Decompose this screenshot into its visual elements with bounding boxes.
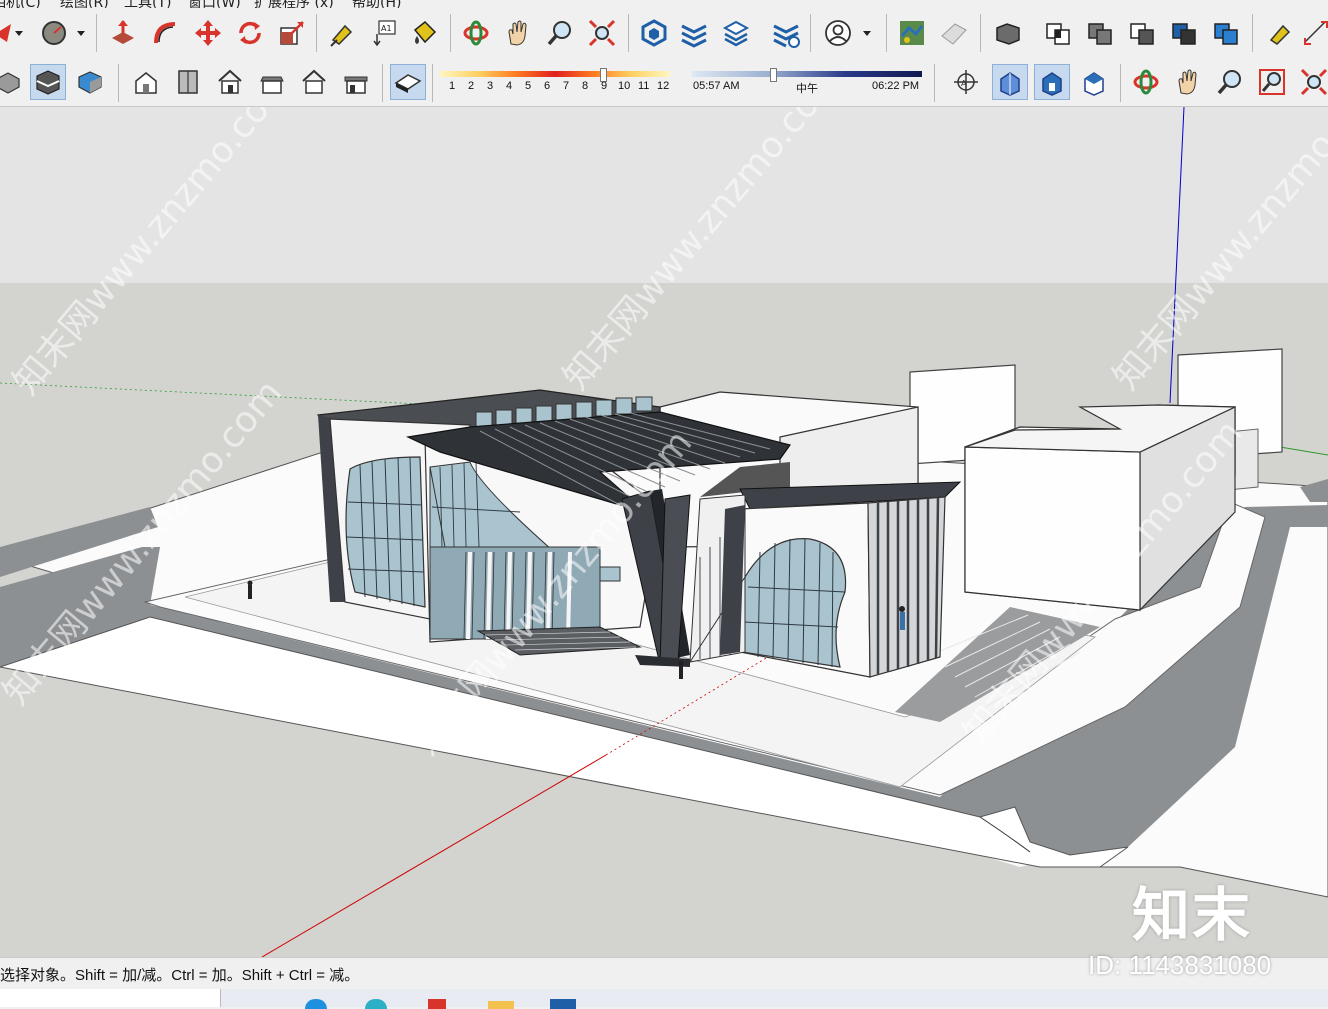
split-icon[interactable] bbox=[1208, 15, 1244, 51]
taskbar-search[interactable] bbox=[0, 989, 221, 1007]
month-label: 3 bbox=[487, 80, 494, 92]
push-pull-icon[interactable] bbox=[105, 15, 141, 51]
tape-measure-icon[interactable] bbox=[324, 15, 360, 51]
extension-warehouse-icon[interactable] bbox=[676, 15, 712, 51]
orbit-icon[interactable] bbox=[1128, 64, 1164, 100]
account-icon[interactable] bbox=[820, 15, 856, 51]
sketchup-taskbar-icon[interactable] bbox=[550, 999, 576, 1009]
browser-icon[interactable] bbox=[365, 999, 387, 1009]
zoom-icon[interactable] bbox=[1212, 64, 1248, 100]
month-label: 5 bbox=[525, 80, 532, 92]
section-plane-icon[interactable]: A bbox=[948, 64, 984, 100]
union-icon[interactable] bbox=[1082, 15, 1118, 51]
orbit-icon[interactable] bbox=[458, 15, 494, 51]
model-viewport[interactable]: 知末网www.znzmo.com 知末网www.znzmo.com 知末网www… bbox=[0, 107, 1328, 957]
month-label: 10 bbox=[618, 80, 631, 92]
move-icon[interactable] bbox=[190, 15, 226, 51]
xray-icon[interactable] bbox=[0, 64, 26, 100]
outer-shell-icon[interactable] bbox=[990, 15, 1026, 51]
look-around-icon[interactable] bbox=[1034, 64, 1070, 100]
text-icon[interactable]: A1 bbox=[366, 15, 402, 51]
month-label: 11 bbox=[638, 80, 650, 92]
model-scene: 知末网www.znzmo.com 知末网www.znzmo.com 知末网www… bbox=[0, 107, 1328, 957]
svg-text:A1: A1 bbox=[381, 24, 392, 33]
month-label: 1 bbox=[449, 80, 456, 92]
folder-icon[interactable] bbox=[488, 1001, 514, 1009]
intersect-icon[interactable] bbox=[1040, 15, 1076, 51]
walk-icon[interactable] bbox=[992, 64, 1028, 100]
menu-bar: 相机(C) 绘图(R) 工具(T) 窗口(W) 扩展程序 (x) 帮助(H) bbox=[0, 0, 1328, 11]
layout-icon[interactable] bbox=[718, 15, 754, 51]
dimension-icon[interactable] bbox=[1298, 15, 1328, 51]
zoom-extents-icon[interactable] bbox=[1296, 64, 1328, 100]
month-label: 9 bbox=[601, 80, 608, 92]
toggle-terrain-icon[interactable] bbox=[936, 15, 972, 51]
left-view-icon[interactable] bbox=[338, 64, 374, 100]
iso-view-icon[interactable] bbox=[128, 64, 164, 100]
add-location-icon[interactable] bbox=[894, 15, 930, 51]
3d-warehouse-icon[interactable] bbox=[636, 15, 672, 51]
main-toolbar: A1 bbox=[0, 8, 1328, 58]
scale-icon[interactable] bbox=[274, 15, 310, 51]
extension-manager-icon[interactable] bbox=[768, 15, 804, 51]
month-label: 12 bbox=[657, 80, 670, 92]
wireframe-icon[interactable] bbox=[30, 64, 66, 100]
time-noon-label: 中午 bbox=[796, 83, 818, 95]
month-label: 4 bbox=[506, 80, 513, 92]
svg-text:A: A bbox=[961, 79, 967, 88]
tape-measure-icon[interactable] bbox=[1262, 15, 1298, 51]
app-icon[interactable] bbox=[428, 999, 446, 1009]
secondary-toolbar: 1 2 3 4 5 6 7 8 9 10 11 12 05:57 AM 中午 0… bbox=[0, 58, 1328, 107]
circle-tool-icon[interactable] bbox=[36, 15, 72, 51]
pan-icon[interactable] bbox=[1170, 64, 1206, 100]
follow-me-icon[interactable] bbox=[148, 15, 184, 51]
paint-bucket-icon[interactable] bbox=[406, 15, 442, 51]
watermark-id: ID: 1143831080 bbox=[1088, 950, 1272, 980]
month-label: 7 bbox=[563, 80, 570, 92]
shaded-icon[interactable] bbox=[72, 64, 108, 100]
dropdown-icon[interactable] bbox=[858, 15, 876, 51]
dropdown-icon[interactable] bbox=[72, 15, 90, 51]
zoom-icon[interactable] bbox=[542, 15, 578, 51]
back-view-icon[interactable] bbox=[296, 64, 332, 100]
shadows-toggle-icon[interactable] bbox=[390, 64, 426, 100]
zoom-extents-icon[interactable] bbox=[584, 15, 620, 51]
month-label: 8 bbox=[582, 80, 589, 92]
time-slider-thumb[interactable] bbox=[770, 68, 777, 82]
edge-icon[interactable] bbox=[305, 999, 327, 1009]
status-text: 选择对象。Shift = 加/减。Ctrl = 加。Shift + Ctrl =… bbox=[0, 967, 360, 984]
rotate-icon[interactable] bbox=[232, 15, 268, 51]
subtract-icon[interactable] bbox=[1124, 15, 1160, 51]
time-start-label: 05:57 AM bbox=[693, 80, 740, 92]
top-view-icon[interactable] bbox=[170, 64, 206, 100]
pan-icon[interactable] bbox=[500, 15, 536, 51]
dropdown-icon[interactable] bbox=[10, 15, 28, 51]
zoom-window-icon[interactable] bbox=[1254, 64, 1290, 100]
position-camera-icon[interactable] bbox=[1076, 64, 1112, 100]
right-view-icon[interactable] bbox=[254, 64, 290, 100]
watermark-logo: 知末 bbox=[1132, 881, 1253, 949]
month-label: 6 bbox=[544, 80, 551, 92]
trim-icon[interactable] bbox=[1166, 15, 1202, 51]
front-view-icon[interactable] bbox=[212, 64, 248, 100]
taskbar bbox=[0, 989, 1328, 1009]
month-label: 2 bbox=[468, 80, 475, 92]
time-end-label: 06:22 PM bbox=[872, 80, 920, 92]
